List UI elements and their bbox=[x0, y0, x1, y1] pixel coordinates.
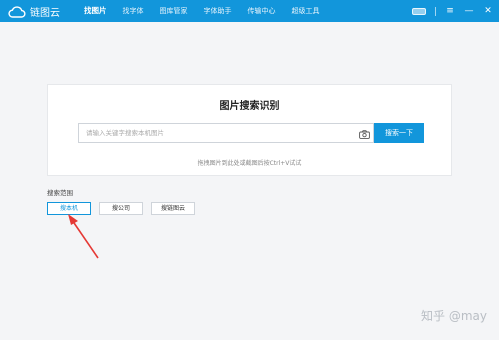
camera-icon bbox=[359, 124, 370, 143]
close-icon[interactable]: ✕ bbox=[483, 0, 493, 22]
nav-item-gallery-manager[interactable]: 图库管家 bbox=[152, 0, 196, 22]
app-name: 链图云 bbox=[30, 7, 60, 19]
cloud-icon bbox=[8, 4, 26, 18]
minimize-icon[interactable]: — bbox=[464, 0, 474, 22]
annotation-arrow-icon bbox=[68, 214, 99, 259]
main-nav: 找图片 找字体 图库管家 字体助手 传输中心 超级工具 bbox=[76, 0, 328, 22]
drop-hint: 拖拽图片到此处或截图后按Ctrl+V试试 bbox=[197, 160, 302, 167]
scope-option-company[interactable]: 搜公司 bbox=[99, 202, 143, 215]
window-controls: ≡ — ✕ bbox=[412, 0, 493, 22]
nav-item-font-assistant[interactable]: 字体助手 bbox=[196, 0, 240, 22]
nav-item-transfer-center[interactable]: 传输中心 bbox=[240, 0, 284, 22]
page-title: 图片搜索识别 bbox=[219, 101, 280, 112]
nav-item-super-tools[interactable]: 超级工具 bbox=[284, 0, 328, 22]
scope-option-cloud[interactable]: 搜链图云 bbox=[151, 202, 195, 215]
scope-label: 搜索范围 bbox=[47, 189, 73, 197]
search-button[interactable]: 搜索一下 bbox=[374, 123, 424, 143]
divider bbox=[435, 6, 436, 16]
search-input[interactable] bbox=[78, 123, 356, 143]
title-bar: 链图云 找图片 找字体 图库管家 字体助手 传输中心 超级工具 ≡ — ✕ bbox=[0, 0, 499, 22]
nav-item-find-fonts[interactable]: 找字体 bbox=[115, 0, 152, 22]
watermark: 知乎 @may bbox=[421, 309, 487, 323]
image-search-card: 图片搜索识别 搜索一下 拖拽图片到此处或截图后按Ctrl+V试试 bbox=[47, 84, 452, 176]
search-bar: 搜索一下 bbox=[78, 123, 424, 143]
skin-icon[interactable] bbox=[412, 7, 426, 15]
camera-button[interactable] bbox=[356, 123, 374, 143]
nav-item-find-images[interactable]: 找图片 bbox=[76, 0, 115, 22]
menu-icon[interactable]: ≡ bbox=[445, 0, 455, 22]
app-logo: 链图云 bbox=[0, 0, 76, 22]
